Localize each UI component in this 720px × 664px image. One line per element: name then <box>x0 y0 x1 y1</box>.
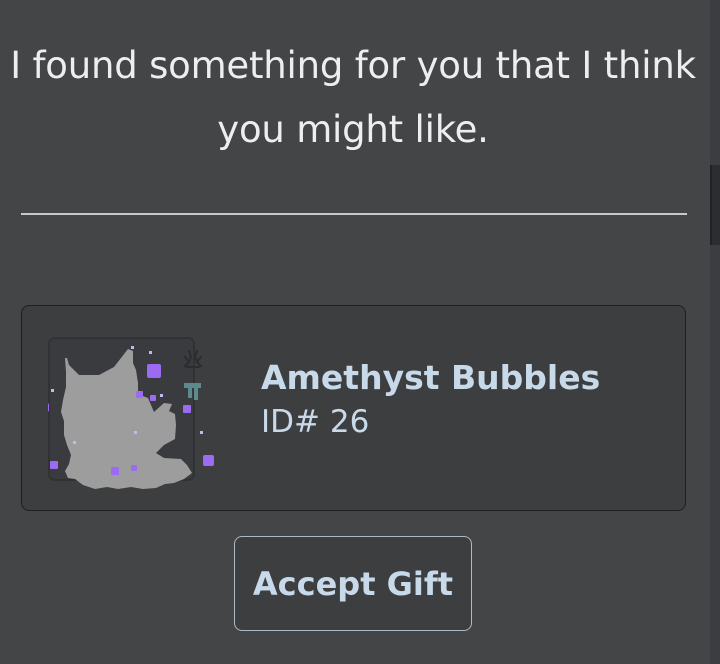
pet-id: ID# 26 <box>261 404 370 440</box>
divider <box>21 213 687 215</box>
pet-image <box>48 337 214 489</box>
gift-message-line-2: you might like. <box>217 108 489 151</box>
pet-name: Amethyst Bubbles <box>261 358 601 397</box>
accept-gift-button[interactable]: Accept Gift <box>234 536 472 631</box>
gift-card: Amethyst Bubbles ID# 26 <box>21 305 686 511</box>
right-edge-panel <box>710 0 720 664</box>
gift-message: I found something for you that I think y… <box>10 34 696 162</box>
right-edge-tab <box>710 165 720 245</box>
gift-message-line-1: I found something for you that I think <box>10 44 696 87</box>
